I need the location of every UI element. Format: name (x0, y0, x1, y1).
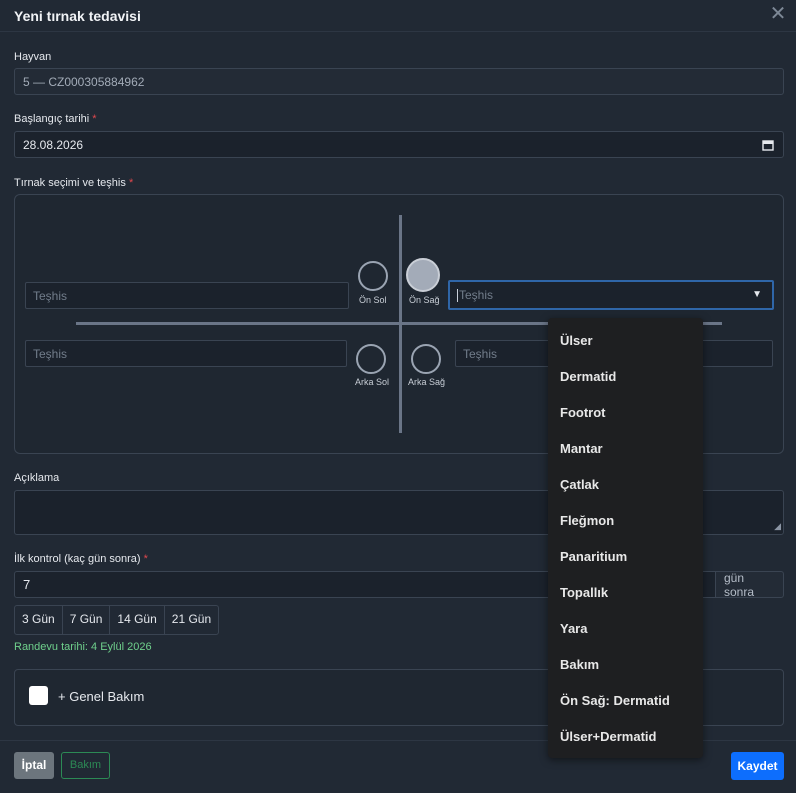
dropdown-option[interactable]: Ülser+Dermatid (560, 729, 656, 744)
dropdown-option[interactable]: Footrot (560, 405, 605, 420)
hoof-rear-left[interactable] (356, 344, 386, 374)
dropdown-option[interactable]: Topallık (560, 585, 608, 600)
modal-title: Yeni tırnak tedavisi (14, 8, 141, 24)
modal-header: Yeni tırnak tedavisi ✕ (0, 0, 796, 32)
general-care-label[interactable]: + Genel Bakım (58, 689, 144, 704)
calendar-icon[interactable] (762, 139, 774, 151)
care-button[interactable]: Bakım (61, 752, 110, 779)
diagnosis-placeholder: Teşhis (463, 346, 498, 361)
dropdown-option[interactable]: Fleğmon (560, 513, 614, 528)
quick-button-21[interactable]: 21 Gün (165, 606, 218, 634)
hoof-label-rear-left: Arka Sol (355, 377, 390, 387)
quick-days-button-group: 3 Gün 7 Gün 14 Gün 21 Gün (14, 605, 220, 635)
start-date-label-text: Başlangıç tarihi (14, 113, 90, 125)
hoof-label-front-right: Ön Sağ (409, 295, 440, 305)
first-check-label-text: İlk kontrol (kaç gün sonra) (14, 553, 141, 565)
dropdown-option[interactable]: Dermatid (560, 369, 616, 384)
required-marker: * (128, 177, 134, 189)
animal-value: 5 — CZ000305884962 (23, 74, 145, 89)
dropdown-caret-icon[interactable]: ▼ (752, 289, 762, 300)
first-check-value: 7 (23, 577, 31, 592)
required-marker: * (92, 113, 97, 125)
dropdown-option[interactable]: Yara (560, 621, 587, 636)
hoof-section-label: Tırnak seçimi ve teşhis * (14, 177, 133, 189)
start-date-input[interactable]: 28.08.2026 (14, 131, 784, 158)
first-check-label: İlk kontrol (kaç gün sonra) * (14, 553, 148, 565)
animal-label: Hayvan (14, 51, 52, 63)
diagnosis-placeholder: Teşhis (33, 288, 68, 303)
first-check-suffix-text: gün sonra (724, 570, 755, 599)
diagnosis-placeholder: Teşhis (33, 346, 68, 361)
quick-button-3[interactable]: 3 Gün (15, 606, 63, 634)
diagnosis-placeholder: Teşhis (459, 288, 494, 302)
text-cursor (457, 288, 458, 302)
dropdown-option[interactable]: Ön Sağ: Dermatid (560, 693, 670, 708)
resize-handle-icon[interactable]: ◢ (774, 521, 781, 532)
save-button[interactable]: Kaydet (731, 752, 784, 780)
animal-field[interactable]: 5 — CZ000305884962 (14, 68, 784, 95)
general-care-checkbox[interactable] (29, 686, 48, 705)
start-date-value: 28.08.2026 (23, 137, 84, 152)
close-icon[interactable]: ✕ (768, 3, 788, 25)
diagnosis-input-rear-left[interactable]: Teşhis (25, 340, 347, 367)
diagnosis-input-front-left[interactable]: Teşhis (25, 282, 349, 309)
diagnosis-dropdown-list: Ülser Dermatid Footrot Mantar Çatlak Fle… (548, 318, 703, 758)
dropdown-option[interactable]: Panaritium (560, 549, 627, 564)
hoof-label-front-left: Ön Sol (359, 295, 387, 305)
diagnosis-select-front-right[interactable]: Teşhis ▼ (448, 280, 774, 310)
dropdown-option[interactable]: Mantar (560, 441, 603, 456)
dropdown-option[interactable]: Bakım (560, 657, 599, 672)
hoof-front-right[interactable] (406, 258, 440, 292)
hoof-label-rear-right: Arka Sağ (408, 377, 446, 387)
start-date-label: Başlangıç tarihi * (14, 113, 97, 125)
first-check-suffix: gün sonra (715, 570, 784, 599)
cancel-button[interactable]: İptal (14, 752, 54, 779)
dropdown-option[interactable]: Ülser (560, 333, 593, 348)
dropdown-option[interactable]: Çatlak (560, 477, 599, 492)
hoof-front-left[interactable] (358, 261, 388, 291)
appointment-date-text: Randevu tarihi: 4 Eylül 2026 (14, 641, 152, 653)
required-marker: * (143, 553, 148, 565)
quick-button-14[interactable]: 14 Gün (110, 606, 165, 634)
hoof-rear-right[interactable] (411, 344, 441, 374)
quick-button-7[interactable]: 7 Gün (63, 606, 111, 634)
description-label: Açıklama (14, 472, 60, 484)
hoof-section-label-text: Tırnak seçimi ve teşhis (14, 177, 126, 189)
